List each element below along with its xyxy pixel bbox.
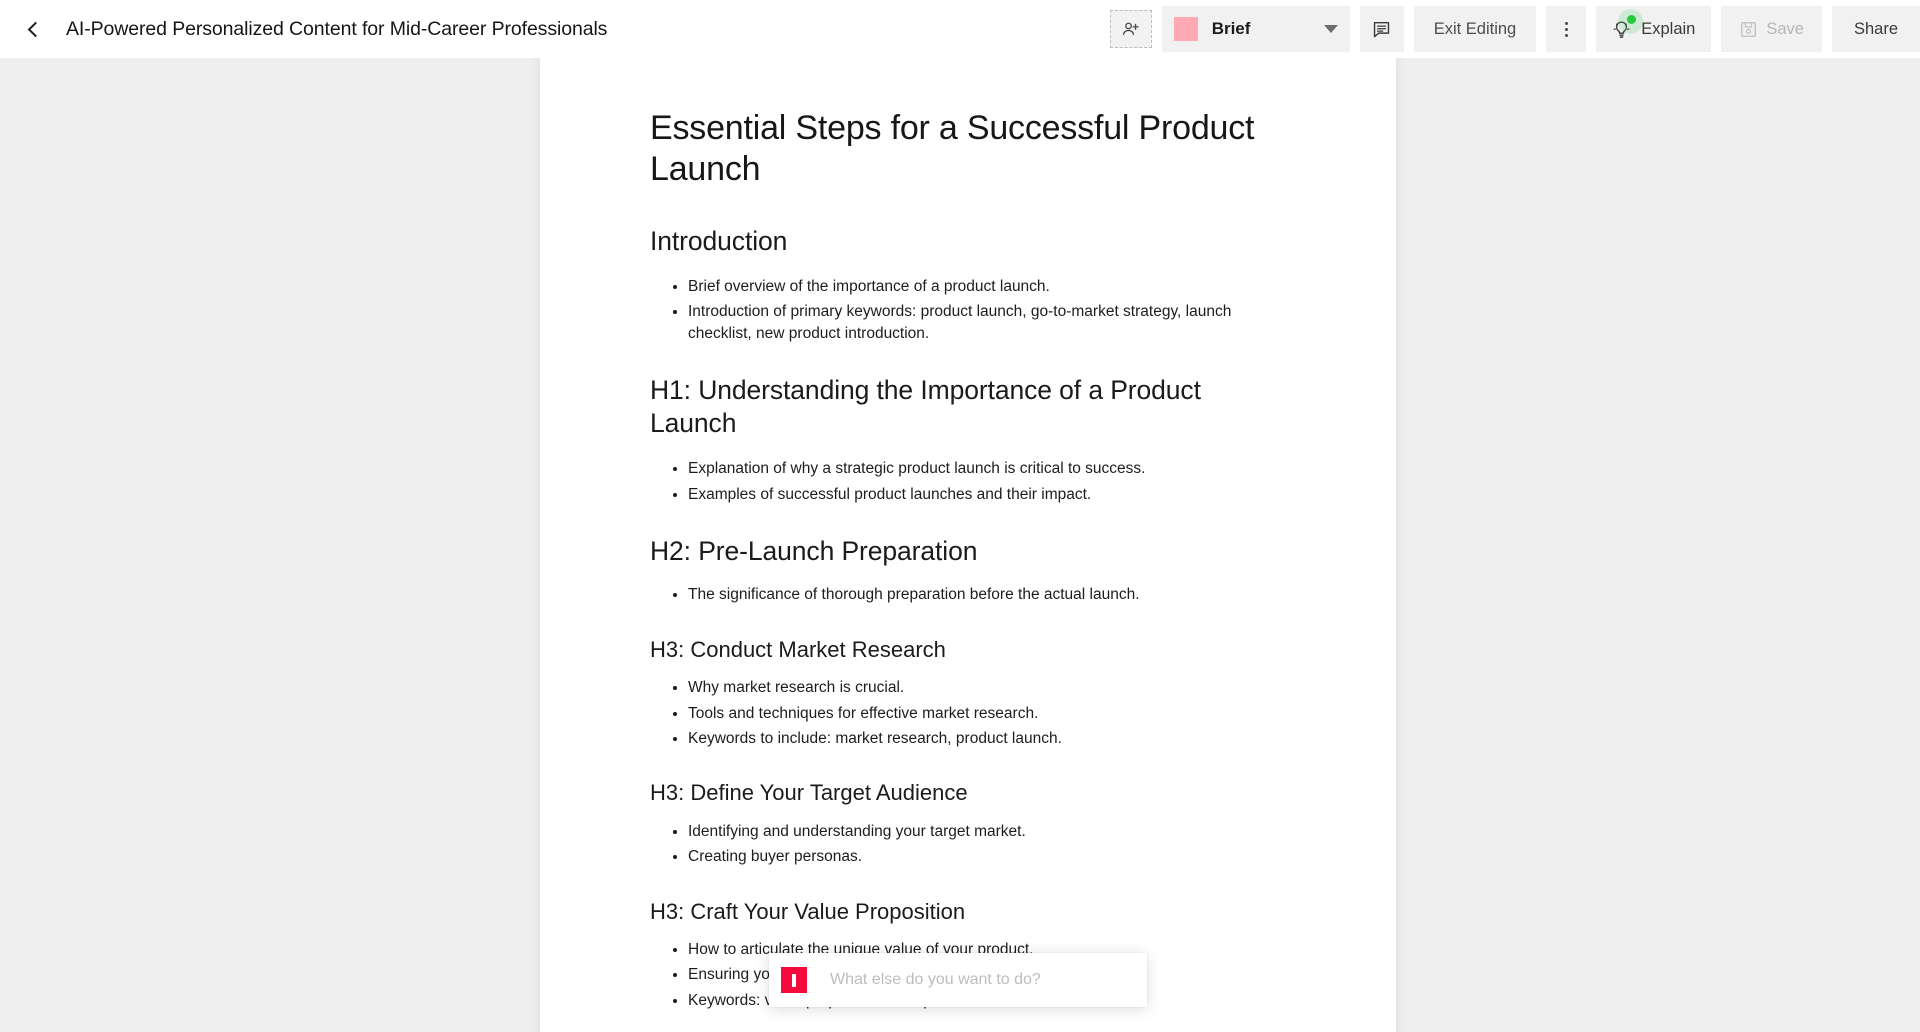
list-item: Identifying and understanding your targe… xyxy=(688,821,1286,842)
section-heading: H2: Pre-Launch Preparation xyxy=(650,536,978,567)
list-item: Keywords to include: market research, pr… xyxy=(688,728,1286,749)
save-label: Save xyxy=(1766,19,1804,38)
ai-prompt-popup[interactable] xyxy=(769,953,1147,1007)
section-bullet-list: The significance of thorough preparation… xyxy=(650,584,1286,605)
list-item: The significance of thorough preparation… xyxy=(688,584,1286,605)
document-section: H1: Understanding the Importance of a Pr… xyxy=(650,374,1286,505)
top-bar: AI-Powered Personalized Content for Mid-… xyxy=(0,0,1920,58)
section-bullet-list: Brief overview of the importance of a pr… xyxy=(650,276,1286,344)
section-heading: H1: Understanding the Importance of a Pr… xyxy=(650,375,1201,439)
chevron-left-icon xyxy=(27,21,43,37)
document-canvas[interactable]: Essential Steps for a Successful Product… xyxy=(0,58,1920,1032)
section-heading: Introduction xyxy=(650,225,788,256)
ai-prompt-input[interactable] xyxy=(828,970,1135,990)
brief-label: Brief xyxy=(1211,19,1251,38)
list-item: Creating buyer personas. xyxy=(688,846,1286,867)
list-item: Examples of successful product launches … xyxy=(688,484,1286,505)
toolbar-gap-4 xyxy=(1536,29,1546,30)
more-options-button[interactable] xyxy=(1546,6,1587,52)
comment-icon xyxy=(1374,21,1390,37)
toolbar-gap-2 xyxy=(1350,29,1360,30)
document-page[interactable]: Essential Steps for a Successful Product… xyxy=(540,58,1396,1032)
comment-button[interactable] xyxy=(1359,6,1404,52)
share-button[interactable]: Share xyxy=(1831,6,1920,52)
list-item: Explanation of why a strategic product l… xyxy=(688,458,1286,479)
document-title: Essential Steps for a Successful Product… xyxy=(650,109,1255,189)
document-section: Introduction Brief overview of the impor… xyxy=(650,225,1286,344)
list-item: Why market research is crucial. xyxy=(688,677,1286,698)
page-title: AI-Powered Personalized Content for Mid-… xyxy=(66,17,608,40)
toolbar-gap-3 xyxy=(1404,29,1414,30)
section-heading: H3: Conduct Market Research xyxy=(650,636,946,662)
document-section: H3: Conduct Market Research Why market r… xyxy=(650,636,1286,750)
section-bullet-list: Explanation of why a strategic product l… xyxy=(650,458,1286,505)
list-item: Tools and techniques for effective marke… xyxy=(688,703,1286,724)
toolbar: Brief Exit Editing Explain Save Share xyxy=(1109,0,1920,58)
person-add-icon xyxy=(1123,22,1139,35)
add-collaborator-button[interactable] xyxy=(1109,10,1152,48)
explain-button[interactable]: Explain xyxy=(1596,6,1712,52)
toolbar-gap-1 xyxy=(1152,29,1162,30)
toolbar-gap-7 xyxy=(1822,29,1832,30)
toolbar-gap-5 xyxy=(1586,29,1596,30)
kebab-menu-icon xyxy=(1564,21,1568,37)
chevron-down-icon xyxy=(1323,25,1338,33)
save-disk-icon xyxy=(1741,21,1757,37)
save-button[interactable]: Save xyxy=(1721,6,1822,52)
brief-selector[interactable]: Brief xyxy=(1161,6,1350,52)
back-button[interactable] xyxy=(10,6,56,52)
document-section: H3: Define Your Target Audience Identify… xyxy=(650,779,1286,867)
section-heading: H3: Craft Your Value Proposition xyxy=(650,898,966,924)
exit-editing-button[interactable]: Exit Editing xyxy=(1413,6,1537,52)
toolbar-gap-6 xyxy=(1711,29,1721,30)
section-heading: H3: Define Your Target Audience xyxy=(650,780,968,806)
brief-color-swatch xyxy=(1173,17,1198,41)
lightbulb-icon-wrap xyxy=(1608,9,1644,42)
explain-label: Explain xyxy=(1641,19,1696,38)
brand-mark-icon xyxy=(781,967,807,993)
section-bullet-list: Identifying and understanding your targe… xyxy=(650,821,1286,868)
section-bullet-list: Why market research is crucial. Tools an… xyxy=(650,677,1286,749)
list-item: Brief overview of the importance of a pr… xyxy=(688,276,1286,297)
list-item: Introduction of primary keywords: produc… xyxy=(688,301,1286,344)
document-section: H2: Pre-Launch Preparation The significa… xyxy=(650,535,1286,606)
document-body[interactable]: Essential Steps for a Successful Product… xyxy=(540,58,1396,1032)
